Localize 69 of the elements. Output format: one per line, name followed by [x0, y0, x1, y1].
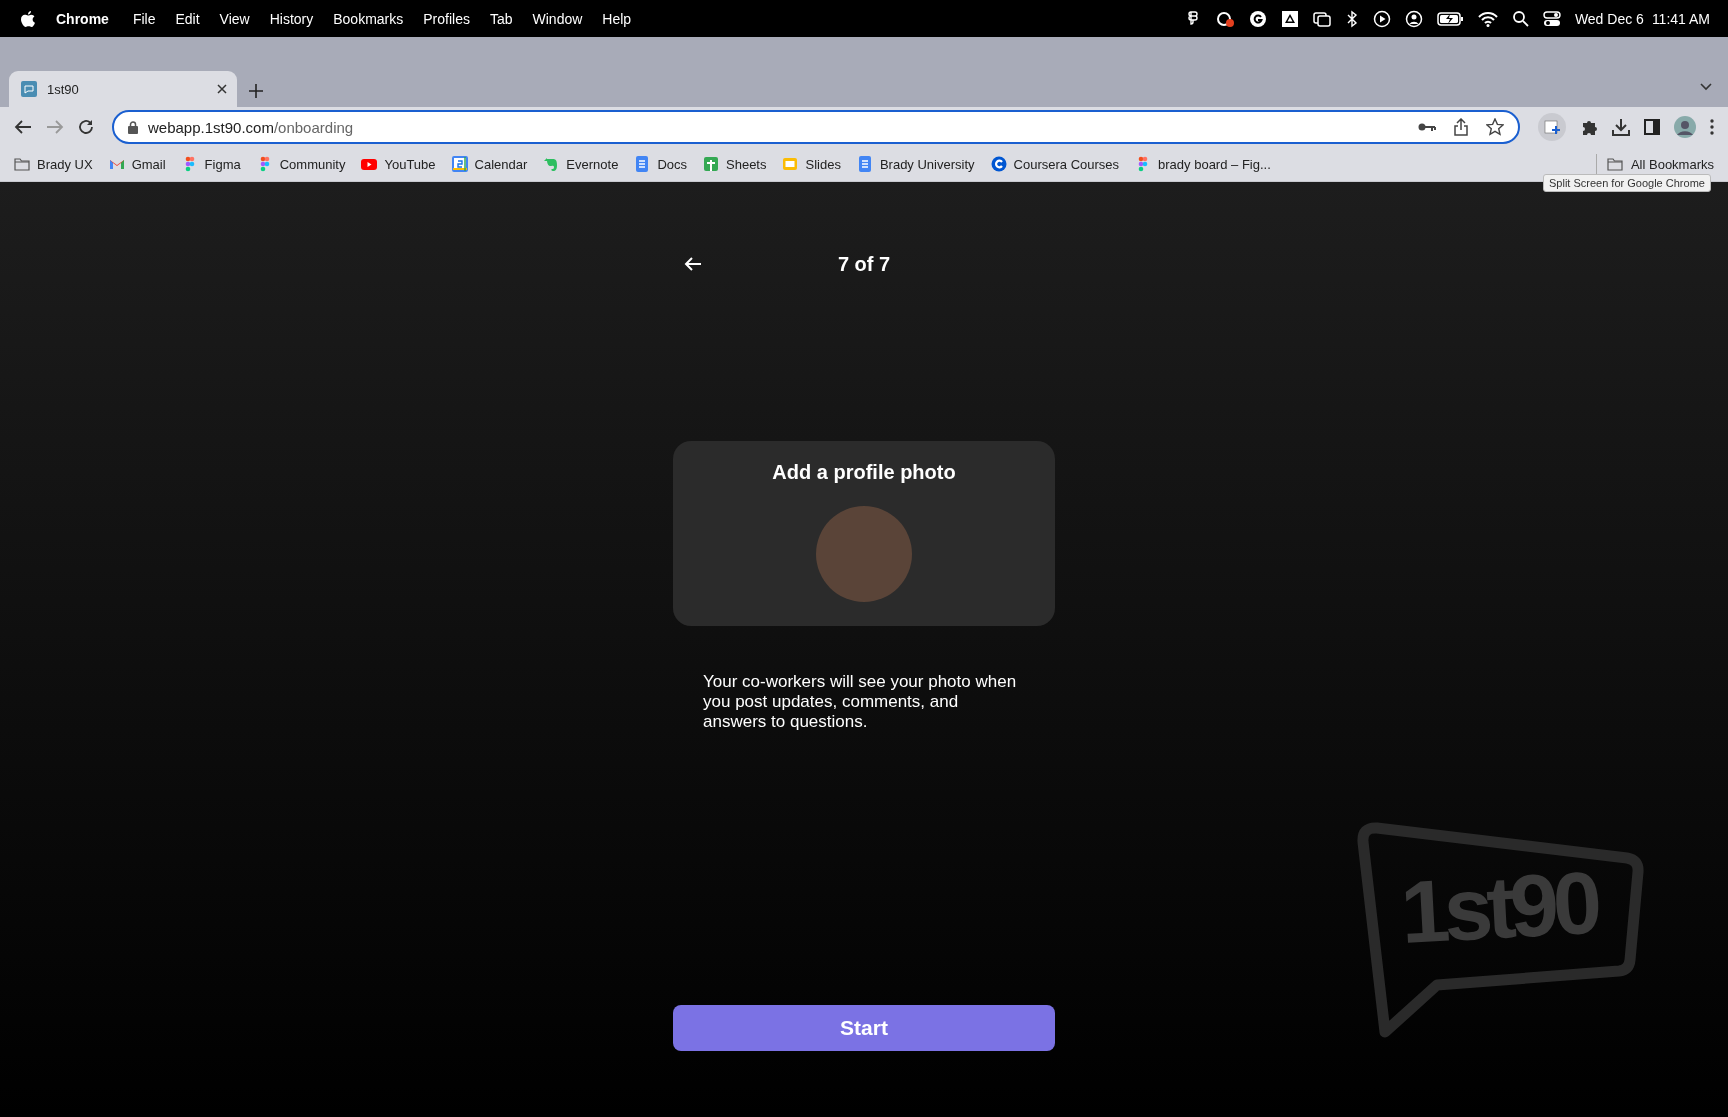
bookmark-link[interactable]: Docs — [657, 156, 687, 172]
bookmark-link[interactable]: YouTube — [384, 156, 436, 172]
star-icon[interactable] — [1486, 118, 1504, 136]
bookmark-link[interactable]: Gmail — [131, 156, 166, 172]
chat-bubble-icon — [21, 81, 37, 97]
card-title: Add a profile photo — [772, 461, 956, 484]
windows-icon[interactable] — [1312, 9, 1331, 28]
menu-item[interactable]: View — [209, 10, 260, 27]
more-options-icon[interactable] — [1710, 119, 1714, 135]
menu-item[interactable]: Edit — [165, 10, 210, 27]
bookmark-link[interactable]: Brady UX — [37, 156, 93, 172]
url-text: webapp.1st90.com/onboarding — [148, 118, 354, 136]
app-menu[interactable]: Chrome — [36, 10, 123, 27]
description-text: Your co-workers will see your photo when you post updates, comments, and answers to questions. — [703, 672, 1018, 732]
browser-tab[interactable]: 1st90 — [9, 71, 237, 107]
close-icon[interactable] — [217, 84, 227, 94]
share-icon[interactable] — [1454, 118, 1468, 136]
chevron-down-icon[interactable] — [1700, 83, 1712, 91]
battery-icon[interactable] — [1436, 9, 1464, 28]
menu-item[interactable]: File — [122, 10, 166, 27]
control-center-icon[interactable] — [1542, 9, 1561, 28]
key-icon[interactable] — [1418, 121, 1436, 133]
spreadsheet-icon[interactable] — [703, 156, 719, 172]
tab-title: 1st90 — [47, 81, 79, 97]
menu-item[interactable]: Window — [522, 10, 593, 27]
folder-icon[interactable] — [14, 156, 30, 172]
play-icon[interactable] — [1372, 9, 1391, 28]
new-tab-icon[interactable] — [249, 84, 263, 98]
bookmark-link[interactable]: Brady University — [879, 156, 975, 172]
address-bar[interactable]: webapp.1st90.com/onboarding — [112, 110, 1520, 144]
c-logo-icon[interactable] — [990, 156, 1007, 172]
bookmark-link[interactable]: Community — [279, 156, 346, 172]
download-icon[interactable] — [1612, 118, 1630, 136]
menu-item[interactable]: Tab — [479, 10, 523, 27]
bookmark-link[interactable]: Coursera Courses — [1013, 156, 1120, 172]
menu-item[interactable]: Profiles — [413, 10, 480, 27]
bookmark-link[interactable]: Evernote — [566, 156, 619, 172]
all-bookmarks-link[interactable]: All Bookmarks — [1630, 156, 1714, 172]
folder-icon[interactable] — [1606, 156, 1623, 172]
tooltip: Split Screen for Google Chrome — [1543, 174, 1711, 192]
bookmark-link[interactable]: brady board – Fig... — [1158, 156, 1271, 172]
menu-item[interactable]: Help — [592, 10, 642, 27]
bookmark-link[interactable]: Figma — [204, 156, 241, 172]
drive-icon[interactable] — [1280, 9, 1299, 28]
apple-logo-icon[interactable] — [20, 9, 36, 28]
user-icon[interactable] — [1404, 9, 1423, 28]
document-icon[interactable] — [856, 156, 873, 172]
side-panel-icon[interactable] — [1644, 119, 1660, 135]
start-button[interactable]: Start — [673, 1005, 1055, 1051]
bookmark-link[interactable]: Slides — [805, 156, 841, 172]
reload-icon[interactable] — [78, 119, 94, 135]
menu-item[interactable]: History — [259, 10, 324, 27]
puzzle-piece-icon[interactable] — [1580, 118, 1598, 136]
menu-item[interactable]: Bookmarks — [323, 10, 414, 27]
menu-bar-clock[interactable]: 11:41 AM — [1651, 10, 1710, 27]
bookmark-link[interactable]: Calendar — [474, 156, 528, 172]
back-arrow-icon[interactable] — [14, 119, 32, 135]
search-icon[interactable] — [1511, 9, 1529, 28]
video-play-icon[interactable] — [361, 156, 378, 172]
avatar-icon[interactable] — [1674, 116, 1696, 138]
lock-icon — [128, 120, 138, 134]
wifi-icon[interactable] — [1477, 9, 1498, 28]
calendar-icon[interactable] — [451, 156, 468, 172]
menu-bar-date[interactable]: Wed Dec 6 — [1574, 10, 1644, 27]
step-counter: 7 of 7 — [837, 252, 891, 276]
bookmark-link[interactable]: Sheets — [726, 156, 767, 172]
document-icon[interactable] — [634, 156, 651, 172]
grammar-g-icon[interactable] — [1248, 9, 1267, 28]
split-screen-icon[interactable] — [1538, 113, 1566, 141]
